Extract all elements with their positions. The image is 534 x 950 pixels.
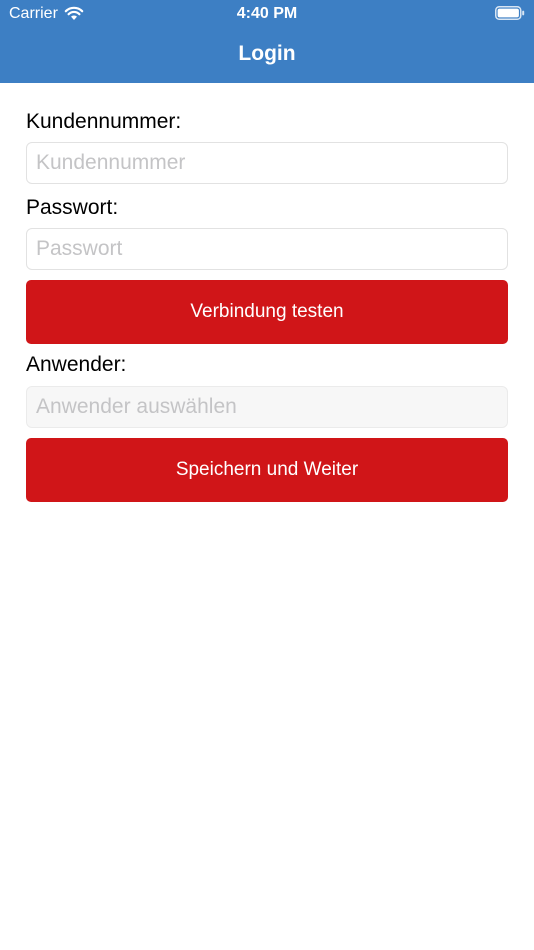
save-and-continue-button[interactable]: Speichern und Weiter (26, 438, 508, 502)
user-label: Anwender: (26, 353, 127, 376)
password-input[interactable] (26, 228, 508, 270)
battery-icon (495, 6, 525, 20)
status-time: 4:40 PM (236, 5, 298, 22)
navigation-header: Carrier 4:40 PM Login (0, 0, 534, 83)
customer-number-label: Kundennummer: (26, 110, 182, 133)
password-label: Passwort: (26, 196, 119, 219)
user-select-field[interactable] (26, 386, 508, 428)
customer-number-input[interactable] (26, 142, 508, 184)
test-connection-button[interactable]: Verbindung testen (26, 280, 508, 344)
page-title: Login (238, 42, 296, 65)
status-bar: Carrier 4:40 PM (0, 0, 534, 28)
